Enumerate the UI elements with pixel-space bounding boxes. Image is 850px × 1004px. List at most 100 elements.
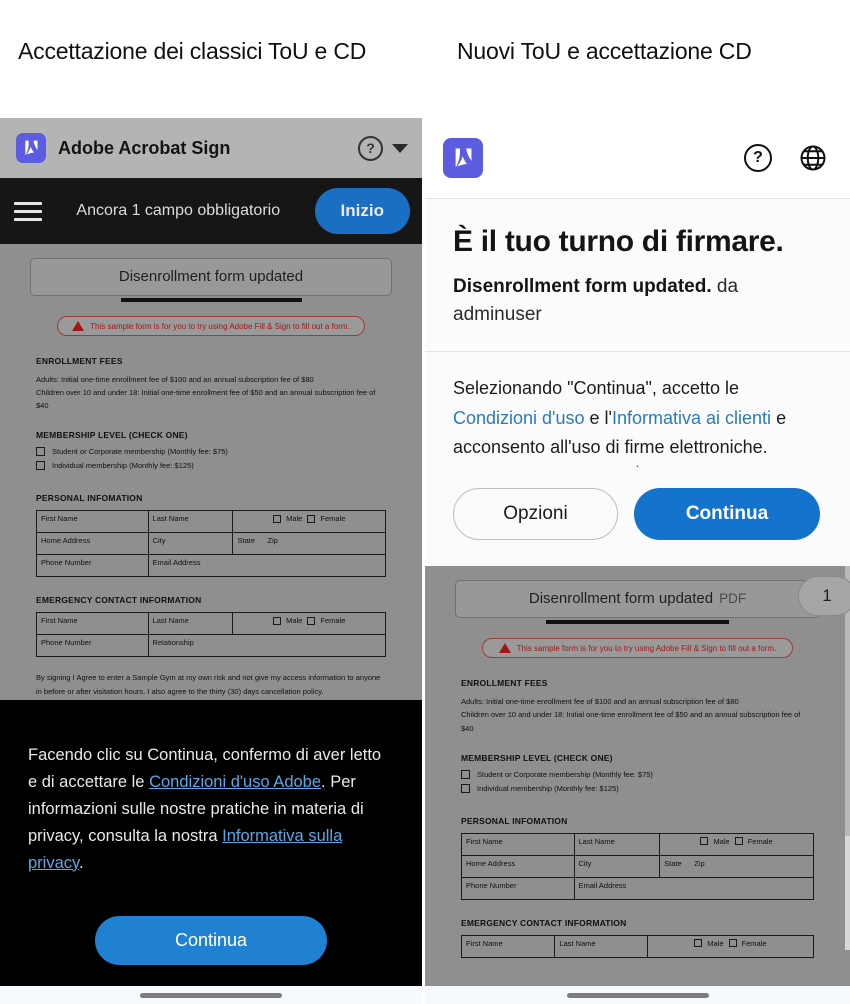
female-label: Female bbox=[320, 616, 346, 626]
first-name-cell[interactable]: First Name bbox=[460, 934, 556, 958]
checkbox-icon[interactable] bbox=[36, 461, 45, 471]
hamburger-menu-icon[interactable] bbox=[14, 201, 42, 221]
terms-of-use-link[interactable]: Condizioni d'uso bbox=[453, 408, 585, 428]
email-address-cell[interactable]: Email Address bbox=[147, 554, 387, 578]
consent-overlay: Facendo clic su Continua, confermo di av… bbox=[0, 700, 422, 986]
home-address-cell[interactable]: Home Address bbox=[36, 532, 149, 556]
table-row: First Name Last Name Male Female bbox=[36, 510, 386, 534]
document-tab-underline bbox=[120, 298, 302, 302]
membership-option-1[interactable]: Student or Corporate membership (Monthly… bbox=[461, 769, 814, 779]
home-indicator-left bbox=[0, 986, 422, 1004]
table-row: Home Address City State Zip bbox=[461, 854, 814, 878]
checkbox-icon[interactable] bbox=[461, 769, 470, 779]
city-cell[interactable]: City bbox=[147, 532, 234, 556]
help-icon[interactable]: ? bbox=[744, 144, 772, 172]
state-zip-cell[interactable]: State Zip bbox=[659, 854, 814, 878]
checkbox-icon[interactable] bbox=[728, 939, 737, 948]
gender-cell[interactable]: Male Female bbox=[232, 612, 386, 636]
last-name-cell[interactable]: Last Name bbox=[147, 510, 234, 534]
checkbox-icon[interactable] bbox=[694, 939, 703, 948]
terms-of-use-link[interactable]: Condizioni d'uso Adobe bbox=[149, 773, 321, 791]
left-document-area[interactable]: Disenrollment form updated This sample f… bbox=[0, 244, 422, 709]
consumer-disclosure-link[interactable]: Informativa ai clienti bbox=[612, 408, 771, 428]
gender-cell[interactable]: Male Female bbox=[232, 510, 386, 534]
continue-button[interactable]: Continua bbox=[634, 488, 820, 541]
phone-number-cell[interactable]: Phone Number bbox=[36, 554, 149, 578]
start-button[interactable]: Inizio bbox=[314, 188, 410, 234]
state-label: State bbox=[664, 858, 682, 868]
left-phone-panel: Adobe Acrobat Sign ? Ancora 1 campo obbl… bbox=[0, 118, 422, 1004]
first-name-cell[interactable]: First Name bbox=[461, 832, 575, 856]
checkbox-icon[interactable] bbox=[307, 616, 316, 625]
gender-cell[interactable]: Male Female bbox=[659, 832, 814, 856]
enrollment-heading: ENROLLMENT FEES bbox=[461, 678, 548, 689]
globe-icon[interactable] bbox=[798, 143, 828, 173]
zip-label: Zip bbox=[267, 536, 278, 546]
city-cell[interactable]: City bbox=[573, 854, 661, 878]
right-document-tab-row: Disenrollment form updated PDF bbox=[425, 566, 850, 625]
female-label: Female bbox=[320, 514, 346, 524]
help-icon[interactable]: ? bbox=[358, 135, 383, 161]
warning-text: This sample form is for you to try using… bbox=[90, 321, 350, 331]
consent-text: Selezionando "Continua", accetto le Cond… bbox=[453, 352, 822, 463]
document-tab[interactable]: Disenrollment form updated PDF bbox=[455, 580, 820, 619]
gender-cell[interactable]: Male Female bbox=[646, 934, 815, 958]
phone-number-cell[interactable]: Phone Number bbox=[36, 634, 149, 658]
last-name-cell[interactable]: Last Name bbox=[554, 934, 648, 958]
checkbox-icon[interactable] bbox=[700, 837, 709, 846]
checkbox-icon[interactable] bbox=[36, 447, 45, 457]
table-row: First Name Last Name Male Female bbox=[460, 934, 815, 958]
document-name: Disenrollment form updated. bbox=[453, 276, 712, 297]
home-address-cell[interactable]: Home Address bbox=[461, 854, 575, 878]
table-row: Phone Number Email Address bbox=[461, 876, 814, 900]
checkbox-icon[interactable] bbox=[273, 616, 282, 625]
first-name-cell[interactable]: First Name bbox=[36, 510, 149, 534]
sample-form-warning: This sample form is for you to try using… bbox=[482, 638, 793, 659]
table-row: Phone Number Email Address bbox=[36, 554, 387, 578]
male-label: Male bbox=[286, 616, 303, 626]
continue-button[interactable]: Continua bbox=[95, 916, 327, 966]
zip-label: Zip bbox=[694, 858, 705, 868]
checkbox-icon[interactable] bbox=[734, 837, 743, 846]
membership-option-1-label: Student or Corporate membership (Monthly… bbox=[52, 447, 228, 457]
relationship-cell[interactable]: Relationship bbox=[147, 634, 387, 658]
home-indicator-right bbox=[425, 986, 850, 1004]
last-name-cell[interactable]: Last Name bbox=[573, 832, 661, 856]
male-label: Male bbox=[713, 836, 730, 846]
page-number-badge[interactable]: 1 bbox=[798, 576, 850, 617]
last-name-cell[interactable]: Last Name bbox=[147, 612, 234, 636]
sample-form-warning: This sample form is for you to try using… bbox=[56, 316, 366, 336]
phone-number-cell[interactable]: Phone Number bbox=[461, 876, 575, 900]
consent-text: Facendo clic su Continua, confermo di av… bbox=[28, 742, 394, 876]
enrollment-line-1: Adults: Initial one-time enrollment fee … bbox=[461, 697, 739, 707]
right-phone-panel: ? È il tuo turno di firmare. Disenrollme… bbox=[425, 118, 850, 1004]
left-document-tab-row: Disenrollment form updated bbox=[0, 244, 422, 302]
personal-info-heading: PERSONAL INFOMATION bbox=[461, 815, 568, 826]
state-zip-cell[interactable]: State Zip bbox=[232, 532, 386, 556]
consent-text-part-1: Selezionando "Continua", accetto le bbox=[453, 378, 739, 399]
email-address-cell[interactable]: Email Address bbox=[573, 876, 814, 900]
caption-left: Accettazione dei classici ToU e CD bbox=[18, 38, 367, 64]
female-label: Female bbox=[741, 938, 767, 948]
options-button[interactable]: Opzioni bbox=[453, 488, 618, 541]
emergency-contact-table: First Name Last Name Male Female bbox=[460, 934, 815, 958]
consent-text-middle: e l' bbox=[584, 407, 612, 428]
female-label: Female bbox=[747, 836, 773, 846]
first-name-cell[interactable]: First Name bbox=[36, 612, 149, 636]
checkbox-icon[interactable] bbox=[307, 514, 316, 523]
membership-option-1[interactable]: Student or Corporate membership (Monthly… bbox=[36, 447, 386, 457]
right-appbar: ? bbox=[425, 118, 850, 198]
document-tab[interactable]: Disenrollment form updated bbox=[30, 258, 392, 296]
right-document-area[interactable]: 1 Disenrollment form updated PDF This sam… bbox=[425, 566, 850, 968]
state-label: State bbox=[237, 536, 255, 546]
screenshot-root: Accettazione dei classici ToU e CD Nuovi… bbox=[0, 0, 850, 1004]
checkbox-icon[interactable] bbox=[461, 783, 470, 793]
checkbox-icon[interactable] bbox=[273, 514, 282, 523]
chevron-down-icon[interactable] bbox=[392, 143, 408, 153]
left-appbar-actions: ? bbox=[358, 135, 408, 161]
card-actions: Opzioni Continua bbox=[453, 468, 822, 566]
caption-right: Nuovi ToU e accettazione CD bbox=[457, 38, 752, 64]
membership-option-2[interactable]: Individual membership (Monthly fee: $125… bbox=[461, 783, 814, 793]
document-tab-label: Disenrollment form updated bbox=[118, 268, 304, 285]
membership-option-2[interactable]: Individual membership (Monthly fee: $125… bbox=[36, 461, 386, 471]
